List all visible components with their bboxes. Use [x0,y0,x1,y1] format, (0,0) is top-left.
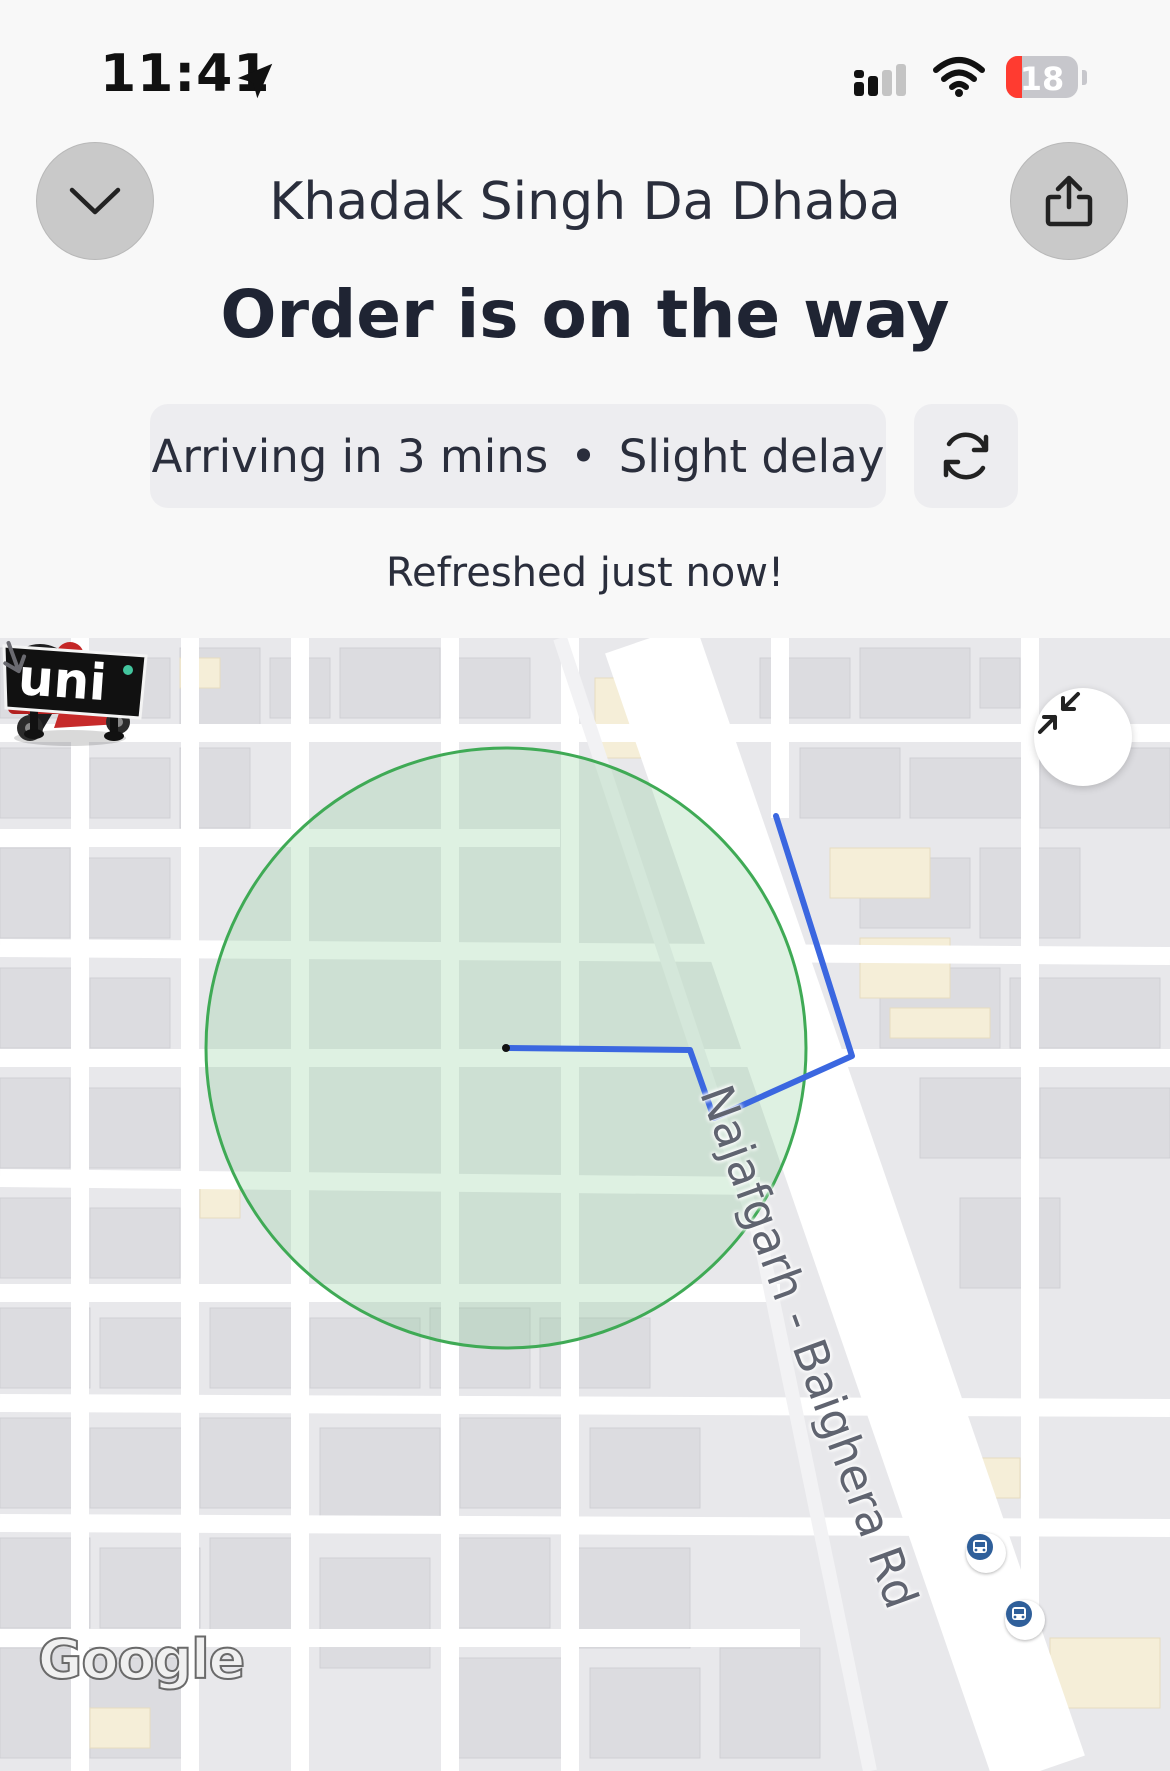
share-button[interactable] [1010,142,1128,260]
bus-stop-icon[interactable] [1005,1600,1045,1640]
eta-text: Arriving in 3 mins [151,429,549,483]
refreshed-status: Refreshed just now! [385,550,785,596]
share-icon [1045,175,1093,227]
fit-bounds-icon [1038,692,1080,734]
bus-icon [1006,1601,1032,1627]
battery-tip [1082,70,1087,85]
delay-text: Slight delay [618,429,885,483]
cellular-signal-icon [854,64,906,96]
refresh-icon [943,432,989,480]
fit-bounds-button[interactable] [1034,688,1132,786]
battery-percentage: 18 [1019,60,1065,98]
order-status-title: Order is on the way [220,276,950,353]
location-arrow-icon [237,63,273,99]
eta-separator: • [570,429,597,483]
refresh-button[interactable] [914,404,1018,508]
direction-arrow-icon [3,640,27,674]
bus-icon [967,1534,993,1560]
eta-pill: Arriving in 3 mins • Slight delay [150,404,886,508]
tracking-map[interactable]: Najafgarh - Baighera Rd uni Google [0,638,1170,1771]
bus-stop-icon[interactable] [966,1533,1006,1573]
restaurant-name: Khadak Singh Da Dhaba [269,172,901,232]
battery-indicator: 18 [1006,56,1078,98]
google-attribution-logo: Google [37,1627,246,1692]
map-canvas [0,638,1170,1771]
landmark-sign-text: uni [16,648,108,712]
wifi-icon [933,57,985,97]
